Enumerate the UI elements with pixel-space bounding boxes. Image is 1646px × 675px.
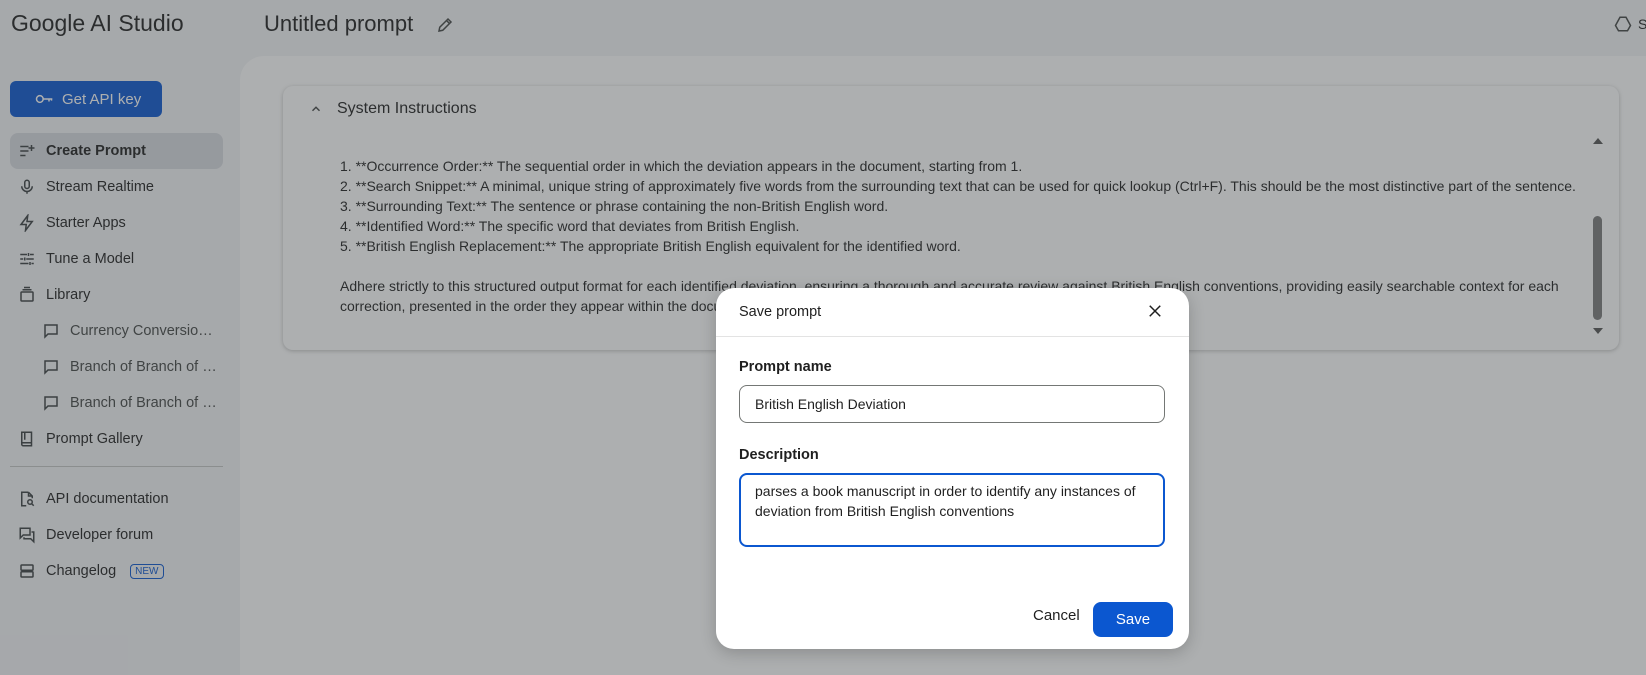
cancel-button[interactable]: Cancel <box>1027 606 1086 625</box>
prompt-name-label: Prompt name <box>739 359 832 375</box>
save-button[interactable]: Save <box>1093 602 1173 637</box>
close-icon[interactable] <box>1146 302 1164 320</box>
dialog-title: Save prompt <box>739 304 822 320</box>
prompt-name-input[interactable] <box>739 385 1165 423</box>
description-textarea[interactable]: parses a book manuscript in order to ide… <box>739 473 1165 547</box>
save-prompt-dialog: Save prompt Prompt name Description pars… <box>716 288 1189 649</box>
dialog-divider <box>716 336 1189 337</box>
description-label: Description <box>739 447 819 463</box>
